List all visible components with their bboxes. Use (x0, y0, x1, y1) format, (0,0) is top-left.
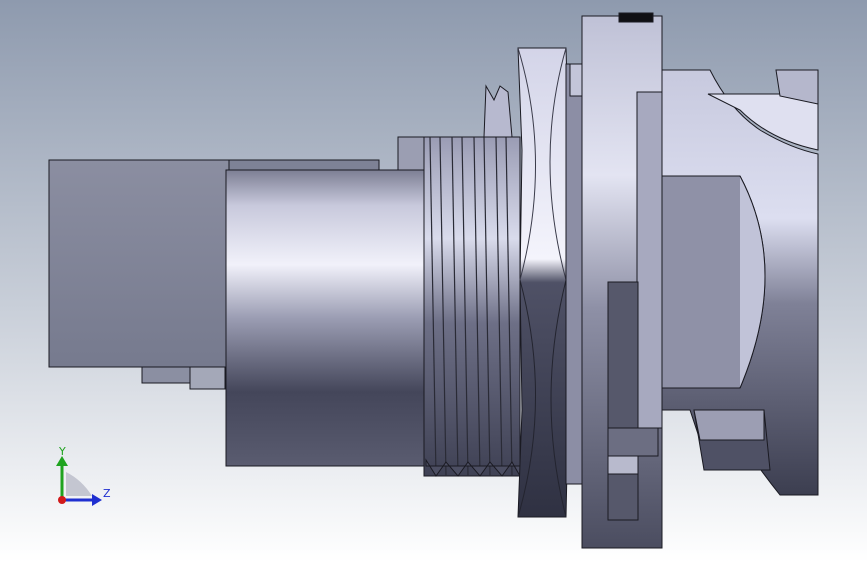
threaded-section[interactable] (423, 84, 521, 478)
model-canvas[interactable]: Y Z (0, 0, 867, 562)
hex-nut[interactable] (517, 47, 583, 518)
x-axis-dot (58, 496, 66, 504)
y-axis-label: Y (58, 445, 66, 458)
mounting-flange[interactable] (581, 12, 663, 549)
cad-viewport[interactable]: Y Z (0, 0, 867, 562)
z-axis-label: Z (103, 487, 111, 500)
main-body[interactable] (225, 136, 427, 467)
